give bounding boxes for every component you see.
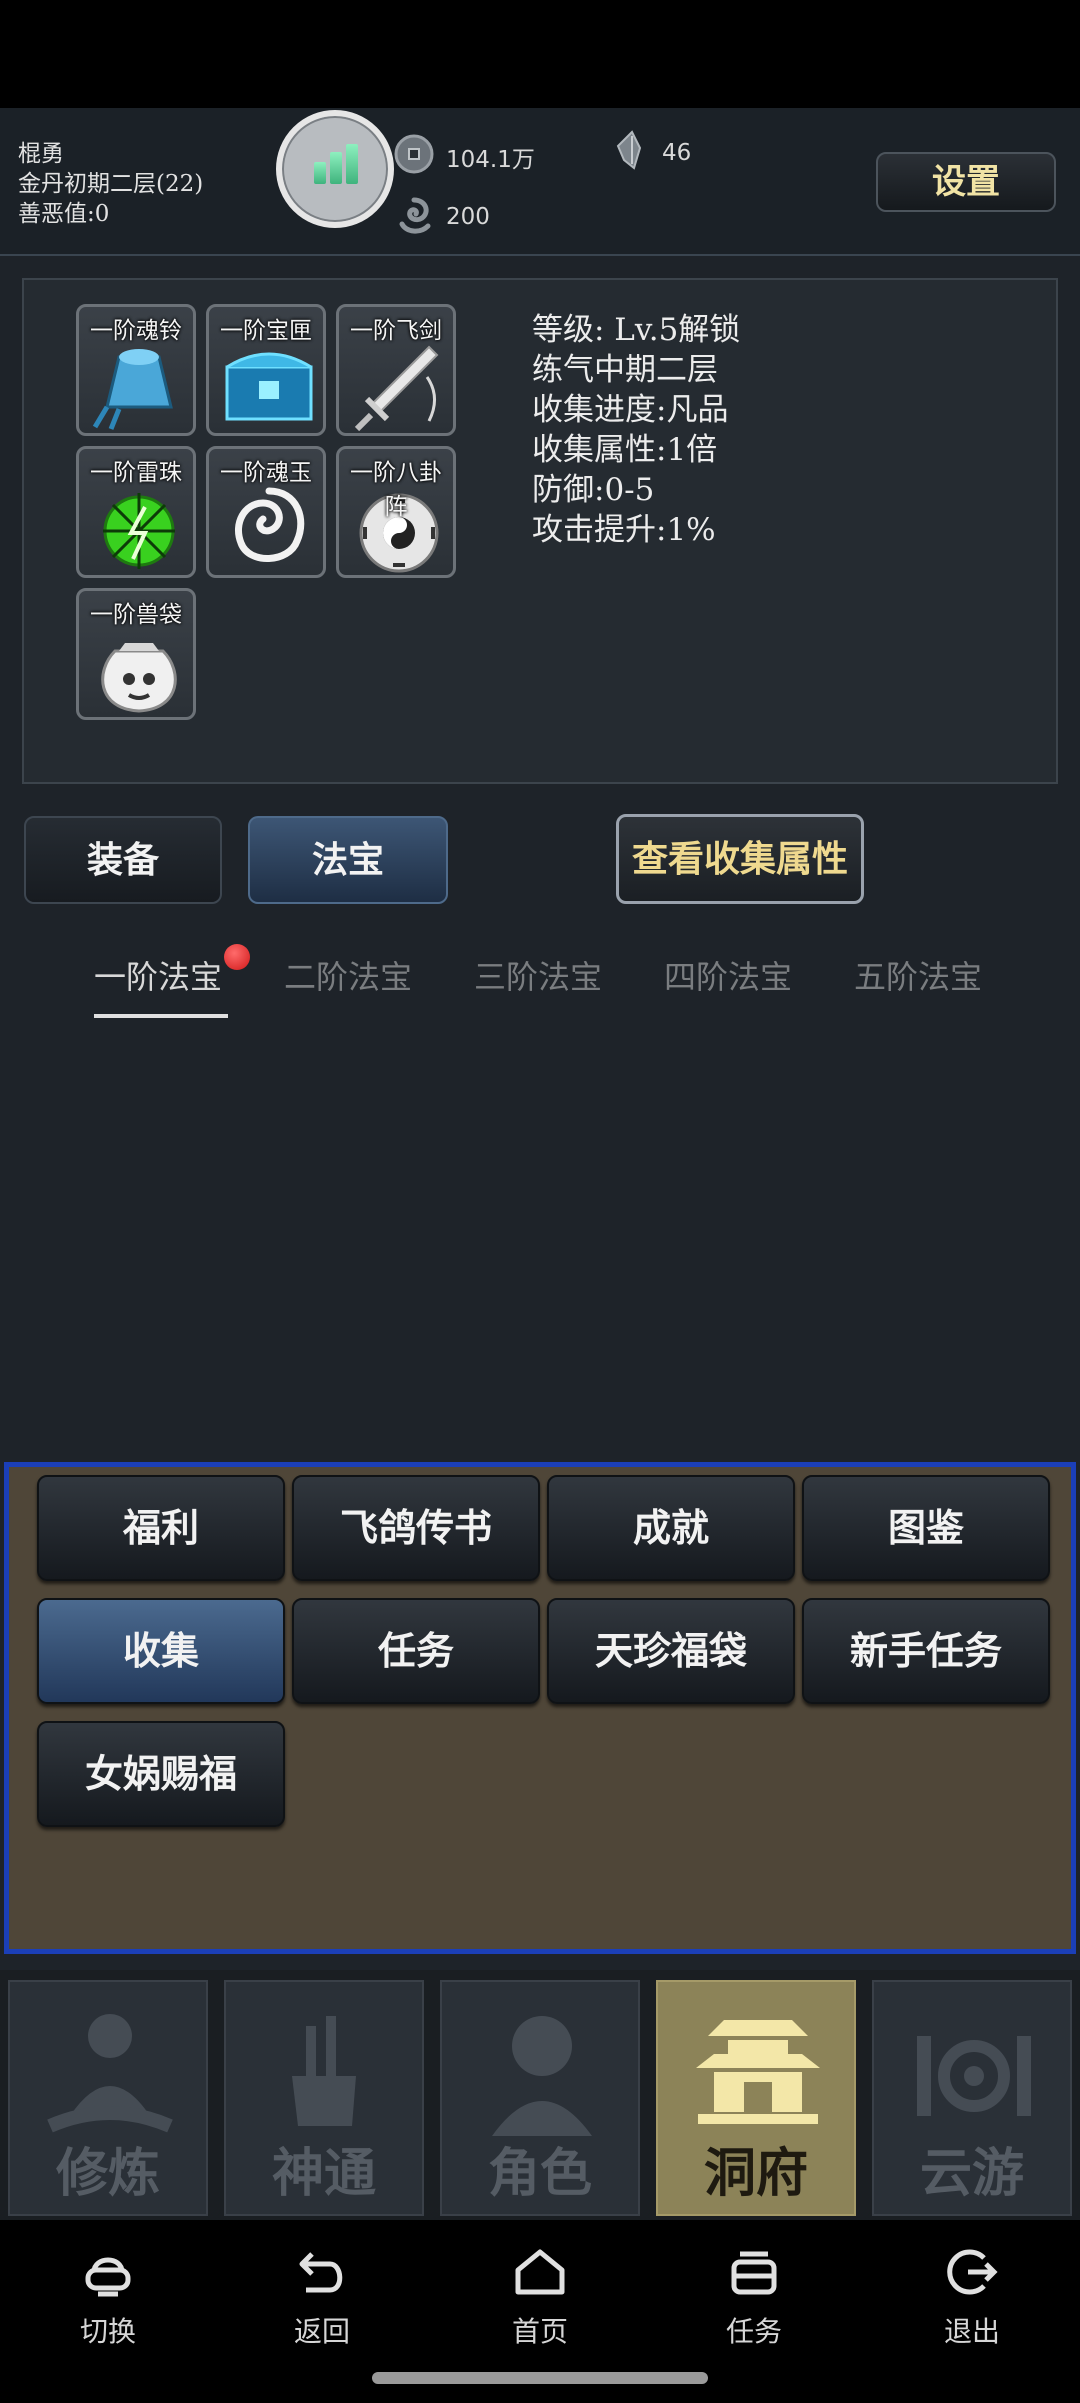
tab-treasure[interactable]: 法宝 [248, 816, 448, 904]
back-arrow-icon [299, 2252, 343, 2293]
artifact-slot[interactable]: 一阶雷珠 [76, 446, 196, 578]
menu-achievement-button[interactable]: 成就 [547, 1475, 795, 1581]
karma-value: 善恶值:0 [18, 201, 110, 227]
tier-tab-1[interactable]: 一阶法宝 [94, 952, 222, 998]
switch-label: 切换 [79, 2316, 136, 2347]
tasks-label: 任务 [725, 2316, 782, 2347]
switch-icon [85, 2257, 131, 2297]
info-progress: 收集进度:凡品 [532, 392, 729, 428]
player-realm: 金丹初期二层(22) [18, 171, 204, 197]
back-button[interactable]: 返回 [252, 2244, 392, 2350]
nav-travel[interactable]: 云游 [872, 1980, 1072, 2216]
menu-collection-button[interactable]: 收集 [37, 1598, 285, 1704]
view-collection-button[interactable]: 查看收集属性 [616, 814, 864, 904]
menu-quest-button[interactable]: 任务 [292, 1598, 540, 1704]
palace-icon [696, 2020, 820, 2124]
nav-label: 云游 [919, 2143, 1024, 2204]
home-button[interactable]: 首页 [470, 2244, 610, 2350]
tab-equipment[interactable]: 装备 [24, 816, 222, 904]
home-indicator[interactable] [372, 2372, 708, 2384]
soul-jade-icon [235, 487, 305, 562]
info-attack: 攻击提升:1% [532, 512, 716, 548]
spirit-amount: 46 [662, 140, 692, 166]
meditate-icon [47, 2014, 173, 2133]
function-menu: 福利 飞鸽传书 成就 图鉴 收集 任务 天珍福袋 新手任务 女娲赐福 [4, 1462, 1076, 1954]
swirl-travel-icon [917, 2036, 1031, 2116]
sword-icon [354, 345, 439, 432]
chest-icon [225, 352, 313, 421]
home-label: 首页 [511, 2316, 568, 2347]
tier-tab-3[interactable]: 三阶法宝 [474, 952, 602, 998]
beast-bag-icon [101, 643, 177, 713]
nav-label: 修炼 [55, 2143, 160, 2204]
exit-icon [947, 2249, 998, 2295]
artifact-slot[interactable]: 一阶八卦阵 [336, 446, 456, 578]
player-header: 棍勇 金丹初期二层(22) 善恶值:0 104.1万 46 200 设置 [0, 108, 1080, 256]
tasks-button[interactable]: 任务 [684, 2244, 824, 2350]
menu-newbie-quest-button[interactable]: 新手任务 [802, 1598, 1050, 1704]
status-bar [0, 0, 1080, 108]
active-tier-indicator [94, 1014, 228, 1018]
artifact-slot[interactable]: 一阶魂铃 [76, 304, 196, 436]
bell-icon [92, 349, 173, 430]
tier-tab-2[interactable]: 二阶法宝 [284, 952, 412, 998]
artifact-slot[interactable]: 一阶飞剑 [336, 304, 456, 436]
essence-amount: 200 [446, 204, 490, 230]
artifact-slot[interactable]: 一阶宝匣 [206, 304, 326, 436]
artifact-label: 一阶魂玉 [220, 460, 312, 486]
info-realm: 练气中期二层 [532, 352, 718, 388]
menu-mail-button[interactable]: 飞鸽传书 [292, 1475, 540, 1581]
signal-bar-icon [314, 162, 326, 184]
switch-button[interactable]: 切换 [38, 2244, 178, 2350]
back-label: 返回 [293, 2316, 350, 2347]
coin-amount: 104.1万 [446, 147, 535, 173]
artifact-label: 一阶雷珠 [90, 460, 182, 486]
artifact-slot[interactable]: 一阶兽袋 [76, 588, 196, 720]
nav-label: 神通 [271, 2143, 376, 2204]
tier-tab-5[interactable]: 五阶法宝 [854, 952, 982, 998]
artifact-label: 一阶八卦阵 [350, 460, 442, 520]
settings-button[interactable]: 设置 [876, 152, 1056, 212]
menu-welfare-button[interactable]: 福利 [37, 1475, 285, 1581]
nav-label: 洞府 [703, 2143, 808, 2204]
exit-label: 退出 [943, 2316, 1000, 2347]
artifact-label: 一阶飞剑 [350, 318, 442, 344]
artifact-label: 一阶魂铃 [90, 318, 182, 344]
menu-codex-button[interactable]: 图鉴 [802, 1475, 1050, 1581]
coin-icon [394, 134, 434, 174]
signal-button[interactable] [276, 110, 394, 228]
artifact-label: 一阶宝匣 [220, 318, 312, 344]
player-name: 棍勇 [18, 141, 64, 167]
tier-tab-4[interactable]: 四阶法宝 [664, 952, 792, 998]
nav-skills[interactable]: 神通 [224, 1980, 424, 2216]
notification-dot-icon [224, 944, 250, 970]
info-defense: 防御:0-5 [532, 472, 655, 508]
signal-bar-icon [346, 144, 358, 184]
nav-cave-dwelling[interactable]: 洞府 [656, 1980, 856, 2216]
tasks-icon [731, 2251, 777, 2295]
swirl-essence-icon [399, 197, 431, 234]
artifact-panel: 一阶魂铃 一阶宝匣 一阶飞剑 一阶雷珠 一阶魂玉 一阶八卦阵 一阶兽袋 等级: … [22, 278, 1058, 784]
info-attribute: 收集属性:1倍 [532, 432, 718, 468]
artifact-label: 一阶兽袋 [90, 602, 182, 628]
exit-button[interactable]: 退出 [902, 2244, 1042, 2350]
nav-cultivate[interactable]: 修炼 [8, 1980, 208, 2216]
menu-lucky-bag-button[interactable]: 天珍福袋 [547, 1598, 795, 1704]
thunder-orb-icon [103, 493, 175, 569]
game-screen: 棍勇 金丹初期二层(22) 善恶值:0 104.1万 46 200 设置 一阶魂… [0, 108, 1080, 2220]
game-nav: 修炼 神通 角色 洞府 云游 [0, 1970, 1080, 2220]
nav-character[interactable]: 角色 [440, 1980, 640, 2216]
spirit-crystal-icon [616, 130, 642, 170]
info-level: 等级: Lv.5解锁 [532, 312, 741, 348]
signal-bar-icon [330, 152, 342, 184]
home-icon [515, 2249, 565, 2295]
nav-label: 角色 [487, 2143, 592, 2204]
artifact-slot[interactable]: 一阶魂玉 [206, 446, 326, 578]
menu-blessing-button[interactable]: 女娲赐福 [37, 1721, 285, 1827]
character-icon [492, 2016, 592, 2136]
hand-sign-icon [292, 2016, 356, 2126]
